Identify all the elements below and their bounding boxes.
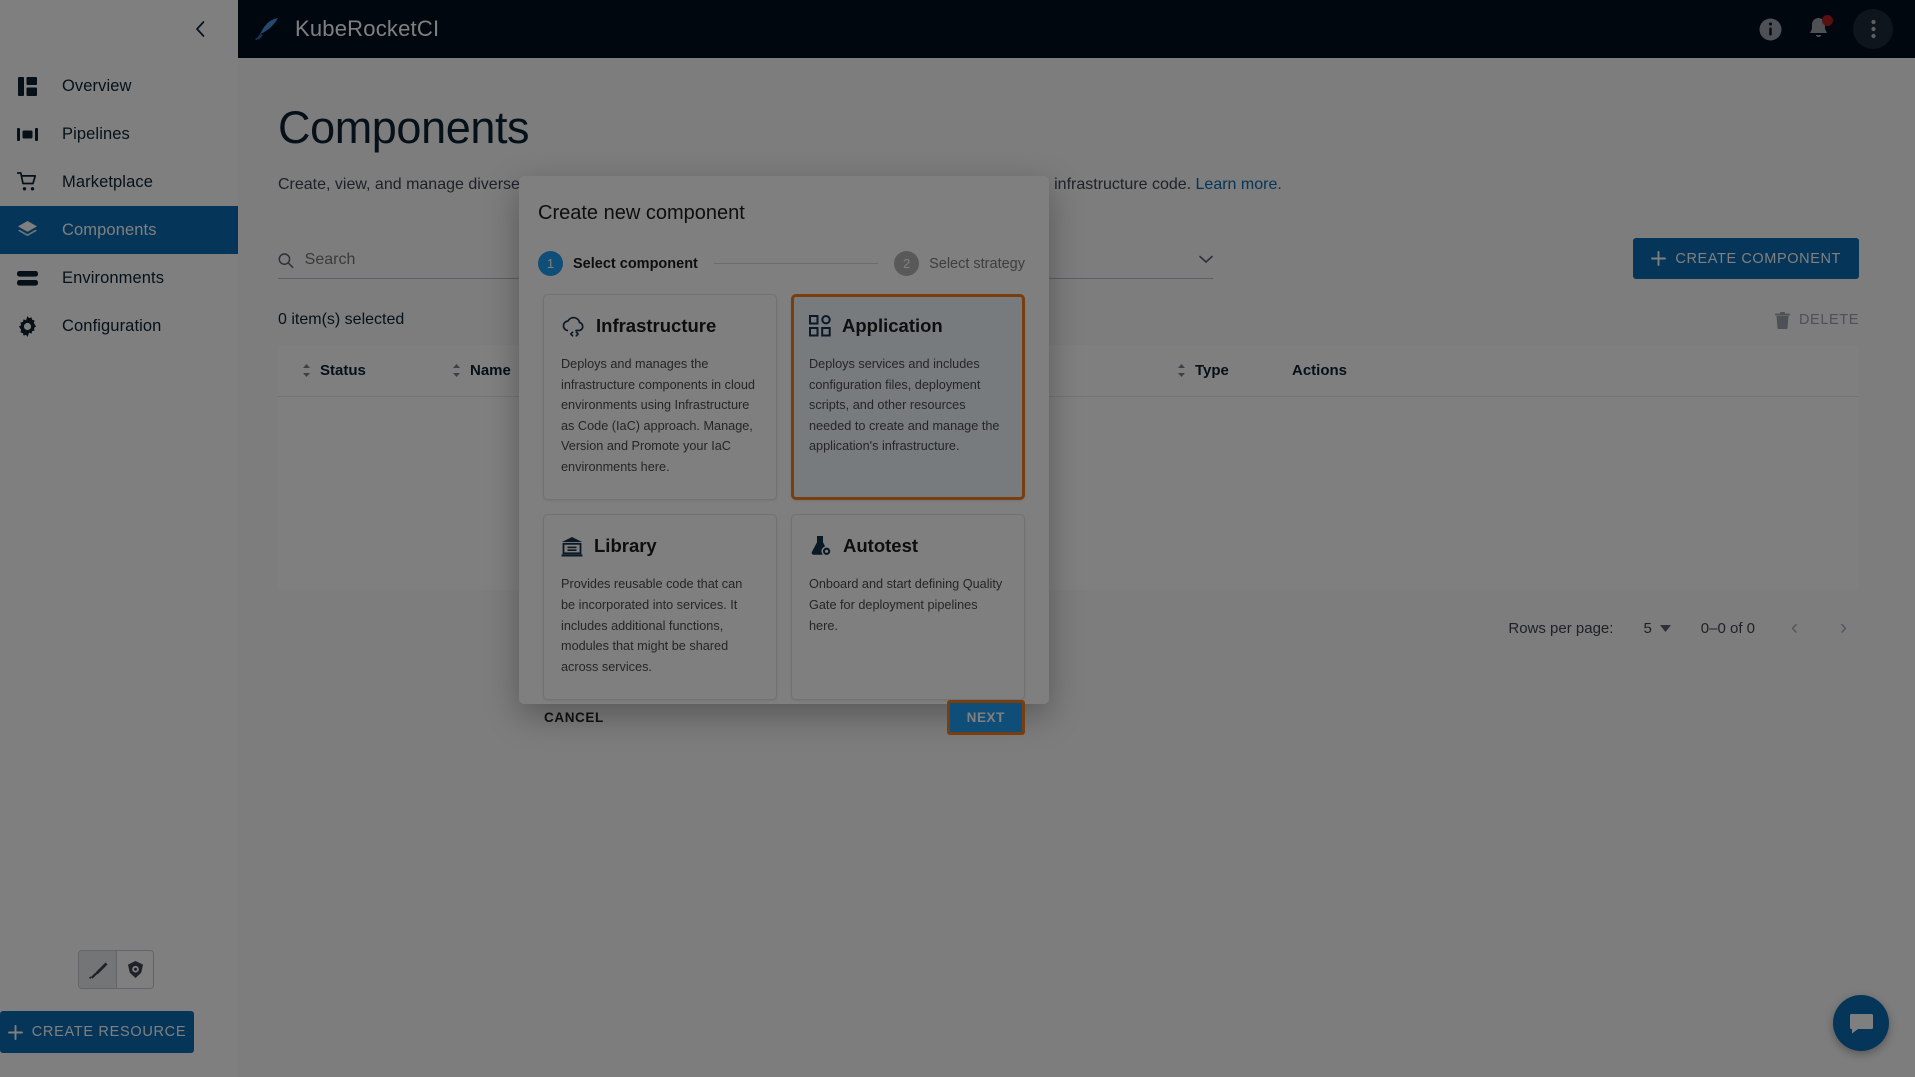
modal-overlay[interactable] <box>0 0 1915 1077</box>
page-root: Overview Pipelines <box>0 0 1915 1077</box>
